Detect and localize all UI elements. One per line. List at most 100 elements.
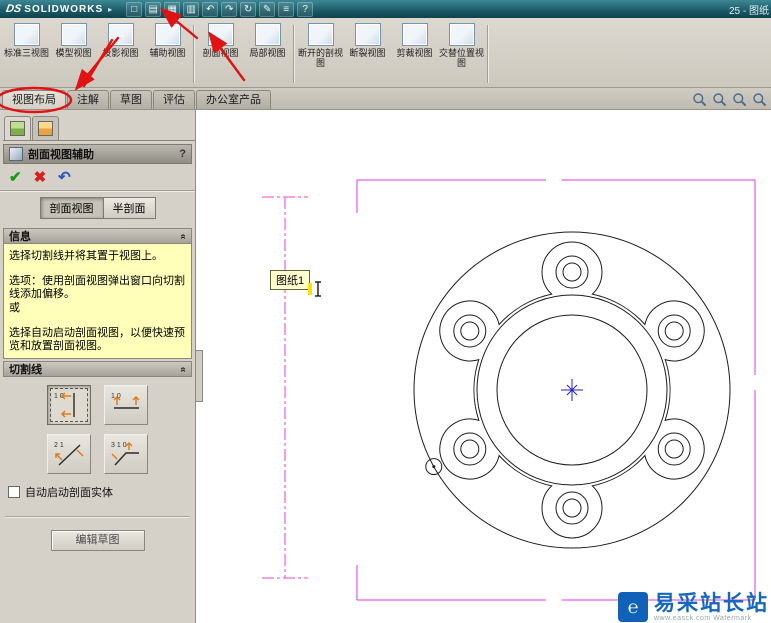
horizontal-cutting-line-icon: 1 0: [111, 393, 140, 409]
property-manager-icon: [38, 121, 53, 136]
mode-half-section-button[interactable]: 半剖面: [103, 197, 156, 219]
panel-divider: [5, 516, 190, 518]
panel-splitter[interactable]: [196, 350, 203, 402]
toolbar-button-label: 剪裁视图: [396, 48, 433, 58]
toolbar-button-alternate-position-view[interactable]: 交替位置视图: [438, 21, 485, 87]
command-tabs: 视图布局 注解 草图 评估 办公室产品: [0, 88, 771, 110]
tab-annotation[interactable]: 注解: [67, 90, 109, 109]
sketch-icon[interactable]: ✎: [259, 1, 276, 17]
drawing-sheet[interactable]: 图纸1 ℮ 易采站长站 www.easck.com Watermark: [196, 110, 771, 623]
undo-icon[interactable]: ↶: [202, 1, 219, 17]
auto-start-label: 自动启动剖面实体: [25, 487, 113, 499]
document-title: 25 - 图纸: [728, 5, 769, 17]
toolbar-button-model-view[interactable]: 模型视图: [50, 21, 97, 87]
auxiliary-view-icon: [154, 23, 181, 46]
info-group-label: 信息: [9, 231, 31, 243]
vertical-cutting-line-icon: 1 0: [54, 392, 75, 418]
cutting-line-auxiliary-button[interactable]: 2 1: [47, 434, 91, 474]
alternate-position-view-icon: [448, 23, 475, 46]
crop-view-icon: [401, 23, 428, 46]
toolbar-button-section-view[interactable]: 剖面视图: [197, 21, 244, 87]
watermark-title: 易采站长站: [654, 591, 769, 615]
rebuild-icon[interactable]: ↻: [240, 1, 257, 17]
view-tools: [692, 92, 768, 108]
collapse-chevron-icon[interactable]: «: [178, 366, 189, 372]
toolbar-button-auxiliary-view[interactable]: 辅助视图: [144, 21, 191, 87]
toolbar-button-label: 投影视图: [102, 48, 139, 58]
panel-actions: ✔ ✖ ↶: [0, 164, 195, 191]
panel-help-icon[interactable]: ?: [179, 148, 186, 160]
ok-button[interactable]: ✔: [9, 170, 22, 185]
mode-section-view-button[interactable]: 剖面视图: [39, 197, 104, 219]
standard-3-view-icon: [13, 23, 40, 46]
feature-manager-tab[interactable]: [4, 116, 31, 140]
break-view-icon: [354, 23, 381, 46]
tab-sketch[interactable]: 草图: [110, 90, 152, 109]
collapse-chevron-icon[interactable]: «: [178, 233, 189, 239]
save-icon[interactable]: ▦: [164, 1, 181, 17]
toolbar-button-broken-out-section[interactable]: 断开的剖视图: [297, 21, 344, 87]
sheet-tooltip: 图纸1: [270, 270, 311, 290]
solidworks-window: DS SOLIDWORKS ▸ □ ▤ ▦ ▥ ↶ ↷ ↻ ✎ ≡? 25 - 图纸 标准三视图…: [0, 0, 771, 623]
undo-button[interactable]: ↶: [58, 170, 71, 185]
rotate-view-icon[interactable]: [752, 92, 768, 108]
info-paragraph: 选项：使用剖面视图弹出窗口向切割线添加偏移。: [9, 275, 185, 300]
toolbar-button-label: 断开的剖视图: [297, 48, 343, 68]
solidworks-logo[interactable]: DS SOLIDWORKS ▸: [5, 3, 112, 15]
cutline-group-label: 切割线: [9, 364, 42, 376]
property-manager: 剖面视图辅助 ? ✔ ✖ ↶ 剖面视图 半剖面 信息 « 选择切割线并将其置于视…: [0, 110, 196, 623]
cutting-line-horizontal-button[interactable]: 1 0: [104, 385, 148, 425]
panel-tabs: [3, 116, 195, 141]
info-message: 选择切割线并将其置于视图上。 选项：使用剖面视图弹出窗口向切割线添加偏移。 或 …: [3, 244, 192, 359]
section-view-icon: [207, 23, 234, 46]
zoom-area-icon[interactable]: [712, 92, 728, 108]
watermark-subtitle: www.easck.com Watermark: [654, 614, 752, 622]
redo-icon[interactable]: ↷: [221, 1, 238, 17]
titlebar: DS SOLIDWORKS ▸ □ ▤ ▦ ▥ ↶ ↷ ↻ ✎ ≡? 25 - 图纸: [0, 0, 771, 18]
aligned-cutting-line-icon: 3 1 0: [111, 442, 139, 466]
options-icon[interactable]: ≡: [278, 1, 295, 17]
info-group-header[interactable]: 信息 «: [3, 228, 192, 244]
auto-start-row: 自动启动剖面实体: [0, 474, 195, 500]
auxiliary-cutting-line-icon: 2 1: [54, 442, 84, 466]
tab-evaluate[interactable]: 评估: [153, 90, 195, 109]
toolbar-button-standard-3-view[interactable]: 标准三视图: [3, 21, 50, 87]
print-icon[interactable]: ▥: [183, 1, 200, 17]
cutline-group-header[interactable]: 切割线 «: [3, 361, 192, 377]
model-view-icon: [60, 23, 87, 46]
toolbar-button-label: 交替位置视图: [438, 48, 484, 68]
cancel-button[interactable]: ✖: [34, 170, 47, 185]
tab-office-products[interactable]: 办公室产品: [196, 90, 271, 109]
toolbar-button-detail-view[interactable]: 局部视图: [244, 21, 291, 87]
toolbar-button-label: 剖面视图: [202, 48, 239, 58]
command-toolbar: 标准三视图 模型视图 投影视图 辅助视图 剖面视图 局部视图 断开的剖视图 断裂视图 剪裁视图交…: [0, 18, 771, 88]
edit-sketch-button[interactable]: 编辑草图: [50, 530, 145, 551]
tab-view-layout[interactable]: 视图布局: [2, 90, 66, 109]
projected-view-icon: [107, 23, 134, 46]
text-cursor-icon: [308, 281, 321, 297]
toolbar-button-break-view[interactable]: 断裂视图: [344, 21, 391, 87]
zoom-fit-icon[interactable]: [692, 92, 708, 108]
cutting-line-vertical-button[interactable]: 1 0: [47, 385, 91, 425]
help-icon[interactable]: ?: [297, 1, 314, 17]
svg-text:3 1 0: 3 1 0: [111, 442, 127, 449]
menu-expand-caret-icon[interactable]: ▸: [108, 5, 112, 14]
toolbar-button-label: 局部视图: [249, 48, 286, 58]
toolbar-button-label: 模型视图: [55, 48, 92, 58]
svg-text:2 1: 2 1: [54, 442, 64, 449]
property-manager-tab[interactable]: [32, 116, 59, 140]
toolbar-button-projected-view[interactable]: 投影视图: [97, 21, 144, 87]
new-icon[interactable]: □: [126, 1, 143, 17]
feature-manager-icon: [10, 121, 25, 136]
panel-title: 剖面视图辅助: [28, 149, 94, 161]
panel-header: 剖面视图辅助 ?: [3, 144, 192, 164]
zoom-in-out-icon[interactable]: [732, 92, 748, 108]
toolbar-button-label: 辅助视图: [149, 48, 186, 58]
watermark: ℮ 易采站长站 www.easck.com Watermark: [618, 592, 769, 622]
broken-out-section-icon: [307, 23, 334, 46]
open-icon[interactable]: ▤: [145, 1, 162, 17]
quick-access-toolbar: □ ▤ ▦ ▥ ↶ ↷ ↻ ✎ ≡?: [126, 1, 314, 17]
auto-start-checkbox[interactable]: [8, 486, 20, 498]
toolbar-button-crop-view[interactable]: 剪裁视图: [391, 21, 438, 87]
cutting-line-aligned-button[interactable]: 3 1 0: [104, 434, 148, 474]
